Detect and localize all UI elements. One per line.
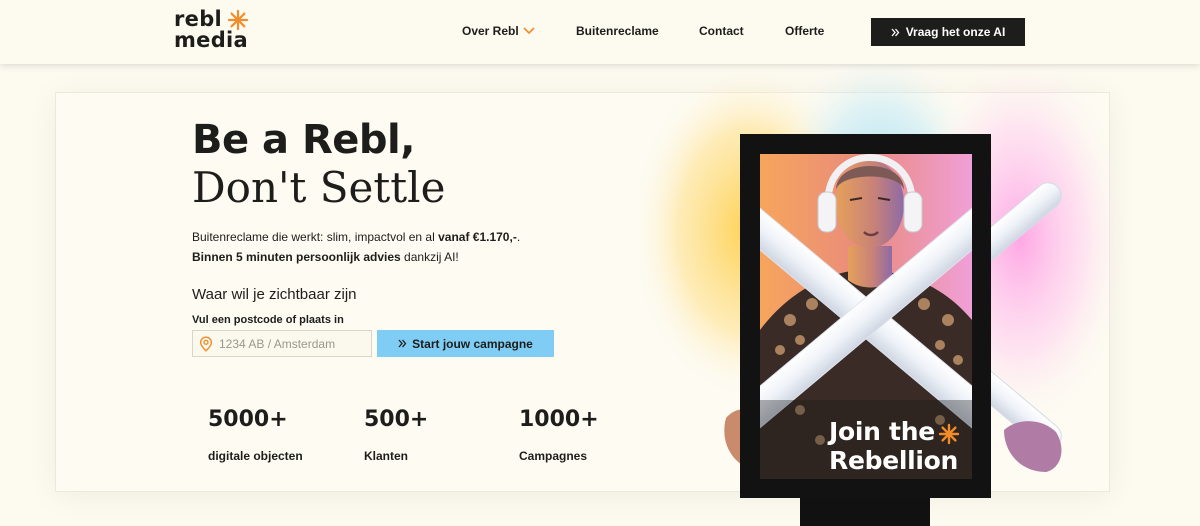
billboard-line2: Rebellion <box>829 446 959 475</box>
intro-text: Buitenreclame die werkt: slim, impactvol… <box>192 230 439 244</box>
intro-period: . <box>516 230 521 244</box>
site-header: rebl media Over Rebl Buitenreclame Conta… <box>0 0 1200 64</box>
double-chevron-right-icon <box>891 28 900 36</box>
logo-text-line2: media <box>174 28 249 52</box>
chevron-down-icon[interactable] <box>522 26 536 36</box>
nav-offerte[interactable]: Offerte <box>785 24 824 38</box>
hero-title: Be a Rebl, <box>192 117 415 163</box>
postcode-label: Vul een postcode of plaats in <box>192 314 344 326</box>
nav-buitenreclame[interactable]: Buitenreclame <box>576 24 659 38</box>
ask-ai-label: Vraag het onze AI <box>905 25 1006 39</box>
stat-number: 5000+ <box>208 407 288 432</box>
start-campaign-button[interactable]: Start jouw campagne <box>377 330 554 357</box>
ask-ai-button[interactable]: Vraag het onze AI <box>871 18 1025 46</box>
asterisk-star-icon <box>938 423 960 445</box>
stat-label: Campagnes <box>519 449 588 463</box>
rebl-media-logo[interactable]: rebl media <box>174 9 254 55</box>
intro-advice: Binnen 5 minuten persoonlijk advies <box>192 250 401 264</box>
location-search-field[interactable] <box>192 330 372 357</box>
location-heading: Waar wil je zichtbaar zijn <box>192 286 357 303</box>
intro-ai: dankzij AI! <box>400 250 459 264</box>
hero-subtitle: Don't Settle <box>192 163 446 212</box>
double-chevron-right-icon <box>398 339 407 348</box>
map-pin-icon <box>199 335 213 352</box>
nav-over-rebl[interactable]: Over Rebl <box>462 24 519 38</box>
asterisk-star-icon <box>227 9 249 31</box>
hero-intro: Buitenreclame die werkt: slim, impactvol… <box>192 227 572 267</box>
start-campaign-label: Start jouw campagne <box>412 336 533 351</box>
location-search-input[interactable] <box>219 336 369 351</box>
stat-number: 1000+ <box>519 407 599 432</box>
intro-price: vanaf €1.170,- <box>438 230 517 244</box>
stat-number: 500+ <box>364 407 429 432</box>
stat-label: digitale objecten <box>208 449 303 463</box>
nav-contact[interactable]: Contact <box>699 24 744 38</box>
stat-label: Klanten <box>364 449 409 463</box>
